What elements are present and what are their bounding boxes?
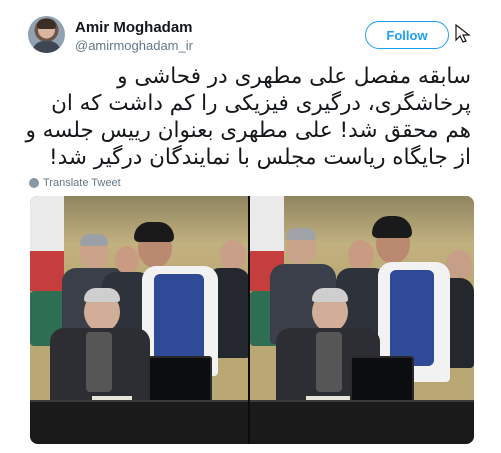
translate-tweet-link[interactable]: Translate Tweet: [29, 177, 121, 189]
author-handle[interactable]: @amirmoghadam_ir: [75, 38, 193, 53]
translate-tweet-label: Translate Tweet: [43, 177, 121, 189]
globe-icon: [29, 178, 39, 188]
tweet-header: Amir Moghadam @amirmoghadam_ir Follow: [0, 0, 501, 60]
tweet-media[interactable]: [30, 196, 474, 444]
cursor-arrow-icon: [455, 23, 471, 43]
photo-right[interactable]: [250, 196, 474, 444]
photo-left[interactable]: [30, 196, 248, 444]
avatar-body: [32, 41, 61, 53]
author-name[interactable]: Amir Moghadam: [75, 19, 193, 36]
tweet-text: سابقه مفصل علی مطهری در فحاشی و پرخاشگری…: [25, 64, 471, 170]
flag-decoration: [30, 196, 64, 291]
profile-avatar[interactable]: [28, 16, 65, 53]
avatar-hair: [37, 19, 56, 29]
follow-button[interactable]: Follow: [365, 21, 449, 49]
